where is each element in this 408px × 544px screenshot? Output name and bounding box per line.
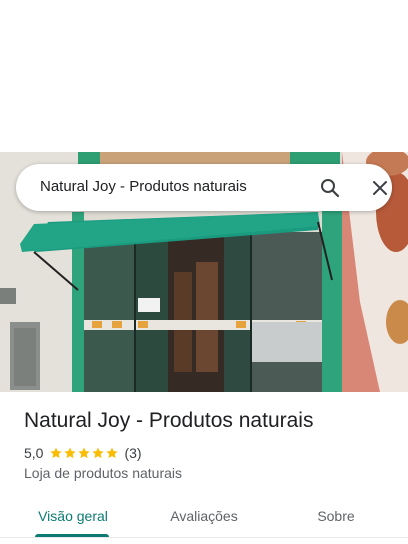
star-icon [92,447,105,459]
tab-about[interactable]: Sobre [296,496,376,536]
star-icon [106,447,119,459]
blank-header-area [0,0,408,152]
place-title: Natural Joy - Produtos naturais [24,409,314,432]
search-bar[interactable]: Natural Joy - Produtos naturais [16,164,392,211]
star-icon [78,447,91,459]
tab-reviews[interactable]: Avaliações [150,496,258,536]
star-icon [64,447,77,459]
rating-stars [49,446,119,460]
tab-overview[interactable]: Visão geral [24,496,122,536]
star-icon [50,447,63,459]
rating-row[interactable]: 5,0 (3) [24,444,142,462]
search-query-text[interactable]: Natural Joy - Produtos naturais [40,178,247,195]
place-category[interactable]: Loja de produtos naturais [24,465,182,481]
tab-bar: Visão geral Avaliações Sobre [0,496,408,536]
review-count[interactable]: (3) [124,445,141,461]
tabs-divider [0,537,408,538]
search-icon[interactable] [318,176,342,200]
close-icon[interactable] [368,176,392,200]
rating-value: 5,0 [24,445,44,461]
